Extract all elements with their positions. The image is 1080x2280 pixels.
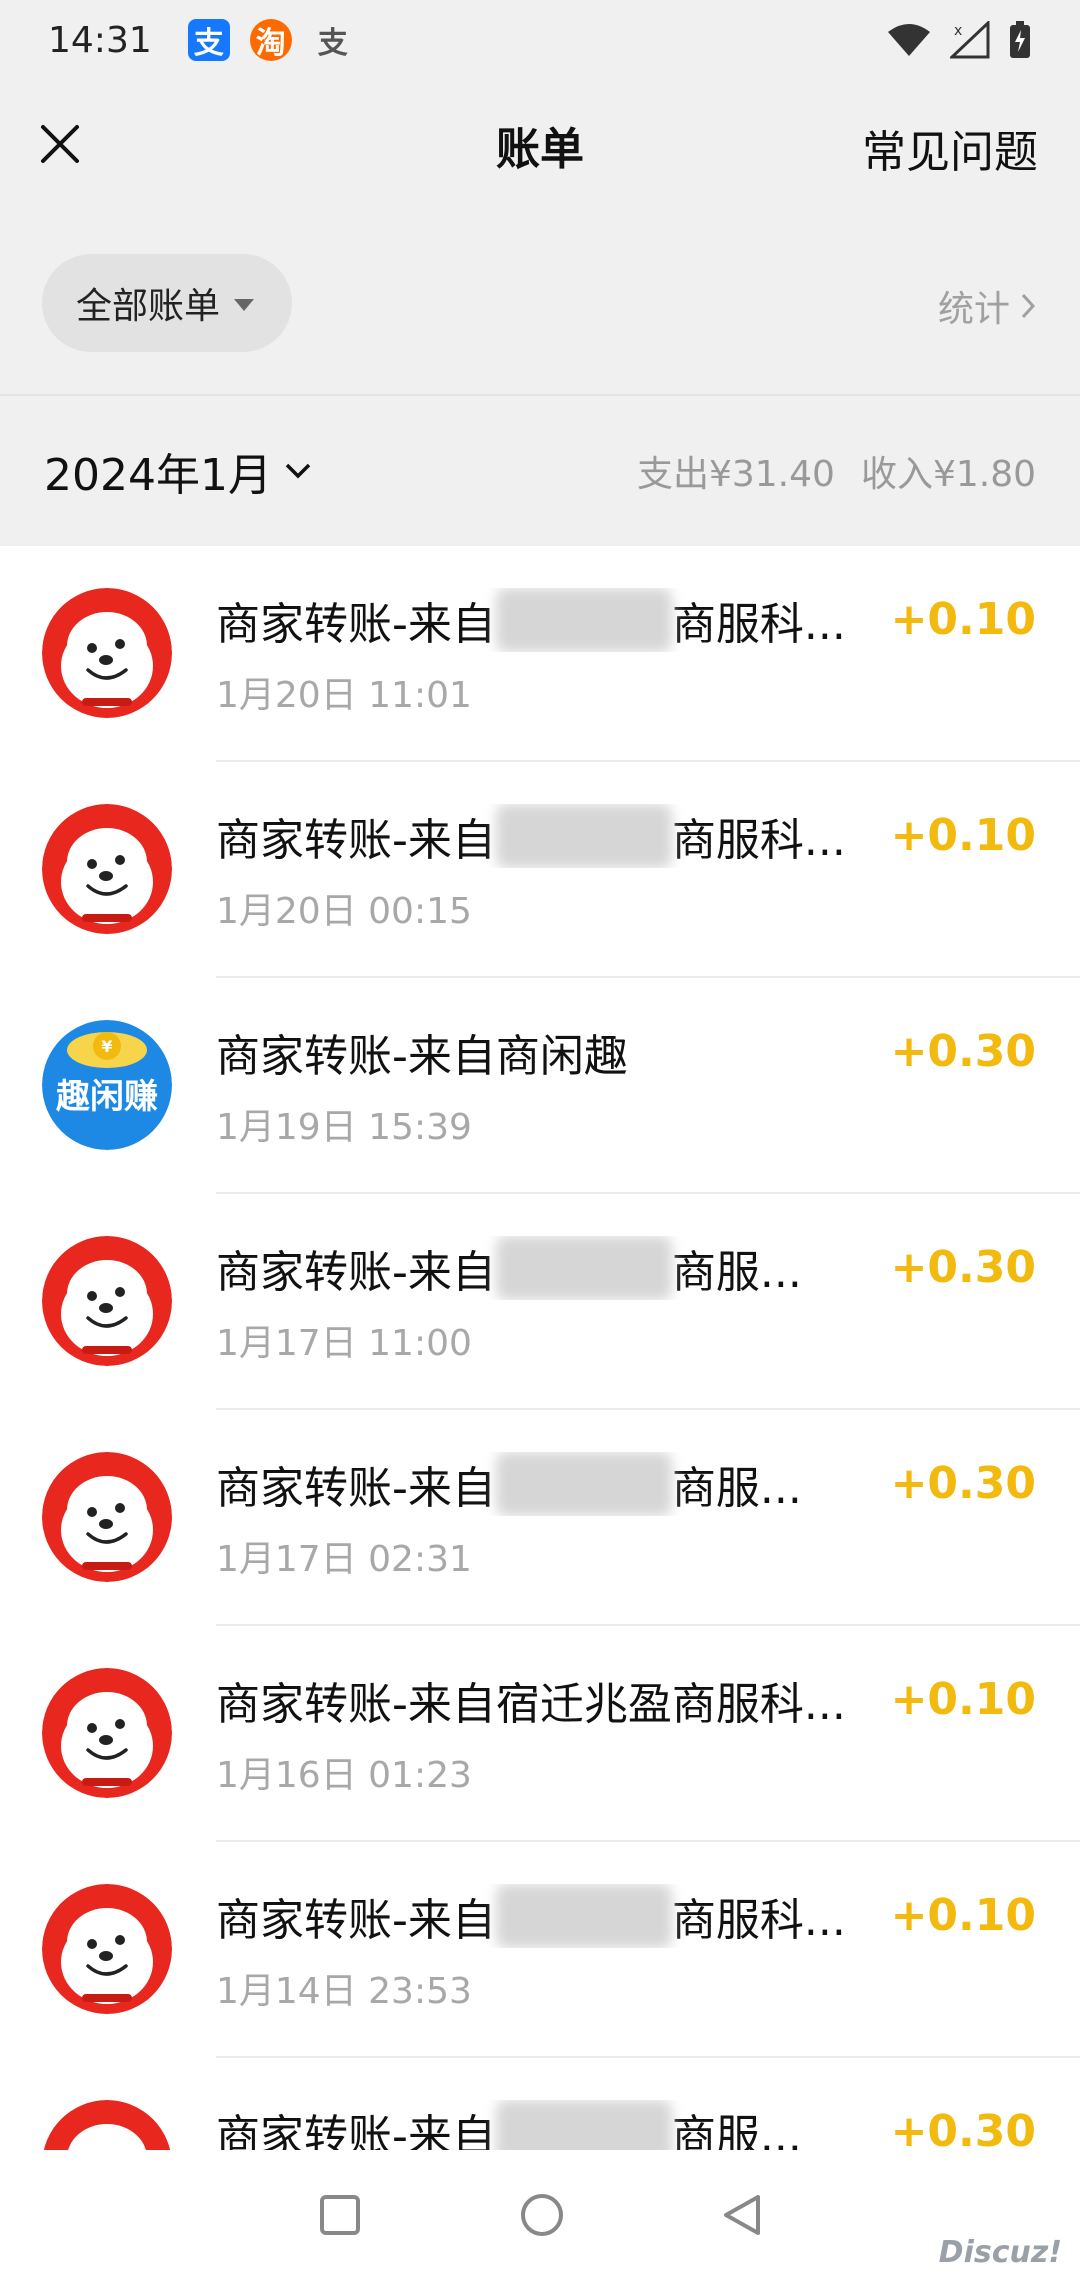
redacted-merchant-name: 宿迁兆盈 <box>495 1236 672 1300</box>
transaction-title-prefix: 商家转账-来自 <box>216 599 496 650</box>
transaction-title-prefix: 商家转账-来自 <box>216 815 496 866</box>
status-time: 14:31 <box>48 19 152 61</box>
transaction-date: 1月16日 01:23 <box>216 1755 472 1796</box>
transaction-row[interactable]: 商家转账-来自宿迁兆盈商服科... 1月20日 11:01 +0.10 <box>0 546 1080 762</box>
svg-text:x: x <box>954 23 962 39</box>
faq-link[interactable]: 常见问题 <box>862 116 1038 180</box>
jd-dog-icon <box>42 1452 172 1582</box>
month-label: 2024年1月 <box>44 450 272 501</box>
transaction-amount: +0.10 <box>890 1890 1036 1941</box>
transaction-title: 商家转账-来自宿迁兆盈商服科... <box>216 804 866 868</box>
transaction-title: 商家转账-来自宿迁兆盈商服... <box>216 1452 866 1516</box>
battery-charging-icon <box>1010 21 1030 58</box>
jd-dog-icon <box>42 1236 172 1366</box>
transaction-row[interactable]: 商家转账-来自宿迁兆盈商服... 1月17日 11:00 +0.30 <box>0 1194 1080 1410</box>
transaction-row[interactable]: 商家转账-来自宿迁兆盈商服... 1月17日 02:31 +0.30 <box>0 1410 1080 1626</box>
quxianzhuan-icon: ¥ 趣闲赚 <box>42 1020 172 1150</box>
transaction-title: 商家转账-来自宿迁兆盈商服... <box>216 1236 866 1300</box>
transaction-title-suffix: 商服... <box>671 1247 802 1298</box>
bill-type-dropdown[interactable]: 全部账单 <box>42 254 292 352</box>
svg-text:趣闲赚: 趣闲赚 <box>56 1077 158 1117</box>
redacted-merchant-name: 宿迁兆盈 <box>495 588 672 652</box>
redacted-merchant-name: 宿迁兆盈 <box>495 1884 672 1948</box>
wifi-icon <box>888 24 930 56</box>
transaction-amount: +0.30 <box>890 1242 1036 1293</box>
transaction-date: 1月19日 15:39 <box>216 1107 472 1148</box>
transaction-title: 商家转账-来自商闲趣 <box>216 1020 866 1084</box>
jd-dog-icon <box>42 1884 172 2014</box>
transaction-amount: +0.10 <box>890 594 1036 645</box>
transaction-list: 商家转账-来自宿迁兆盈商服科...1月20日 11:01+0.10商家转账-来自… <box>0 546 1080 2274</box>
redacted-merchant-name: 宿迁兆盈 <box>495 1452 672 1516</box>
stats-link[interactable]: 统计 <box>938 280 1036 332</box>
title-bar: 账单 常见问题 <box>0 80 1080 210</box>
chevron-right-icon <box>1021 293 1036 319</box>
expense-total: 支出¥31.40 <box>636 454 835 495</box>
alipay-outline-icon: 支 <box>317 26 348 61</box>
filter-bar: 全部账单 统计 <box>0 210 1080 396</box>
svg-text:¥: ¥ <box>101 1037 112 1056</box>
page-title: 账单 <box>496 124 584 175</box>
transaction-title-suffix: 商服... <box>671 1463 802 1514</box>
transaction-title: 商家转账-来自宿迁兆盈商服科... <box>216 588 866 652</box>
close-button[interactable] <box>28 112 92 176</box>
transaction-row[interactable]: ¥ 趣闲赚 商家转账-来自商闲趣 1月19日 15:39 +0.30 <box>0 978 1080 1194</box>
caret-down-icon <box>234 299 255 311</box>
transaction-title: 商家转账-来自宿迁兆盈商服科... <box>216 1884 866 1948</box>
alipay-icon: 支 <box>187 19 230 61</box>
transaction-title-suffix: 商服科... <box>671 815 846 866</box>
month-selector[interactable]: 2024年1月 <box>44 439 312 503</box>
transaction-amount: +0.30 <box>890 1026 1036 1077</box>
recents-button[interactable] <box>318 2193 362 2237</box>
taobao-icon: 淘 <box>249 19 292 61</box>
transaction-title-suffix: 商服科... <box>671 599 846 650</box>
transaction-date: 1月20日 11:01 <box>216 675 472 716</box>
jd-dog-icon <box>42 1668 172 1798</box>
chevron-down-icon <box>285 463 311 479</box>
transaction-row[interactable]: 商家转账-来自宿迁兆盈商服科... 1月16日 01:23 +0.10 <box>0 1626 1080 1842</box>
signal-icon: x <box>950 21 990 59</box>
bill-type-label: 全部账单 <box>76 286 221 327</box>
transaction-amount: +0.10 <box>890 1674 1036 1725</box>
transaction-amount: +0.10 <box>890 810 1036 861</box>
transaction-title-suffix: 商服科... <box>671 1895 846 1946</box>
income-total: 收入¥1.80 <box>860 454 1036 495</box>
jd-dog-icon <box>42 588 172 718</box>
transaction-date: 1月14日 23:53 <box>216 1971 472 2012</box>
home-button[interactable] <box>519 2192 565 2238</box>
transaction-date: 1月20日 00:15 <box>216 891 472 932</box>
status-bar: 14:31 支 淘 支 x <box>0 0 1080 80</box>
jd-dog-icon <box>42 804 172 934</box>
transaction-title-prefix: 商家转账-来自 <box>216 1895 496 1946</box>
close-icon <box>41 125 79 163</box>
stats-label: 统计 <box>937 289 1010 330</box>
status-indicators: x <box>886 20 1032 60</box>
transaction-title-prefix: 商家转账-来自商闲趣 <box>216 1031 628 1082</box>
redacted-merchant-name: 宿迁兆盈 <box>495 804 672 868</box>
back-button[interactable] <box>722 2193 762 2237</box>
transaction-title-prefix: 商家转账-来自宿迁兆盈商服科... <box>216 1679 846 1730</box>
transaction-title-prefix: 商家转账-来自 <box>216 1463 496 1514</box>
transaction-date: 1月17日 11:00 <box>216 1323 472 1364</box>
system-nav-bar <box>0 2150 1080 2280</box>
transaction-date: 1月17日 02:31 <box>216 1539 472 1580</box>
month-summary: 支出¥31.40 收入¥1.80 <box>637 445 1036 497</box>
watermark: Discuz! <box>938 2235 1062 2270</box>
bill-screen: 14:31 支 淘 支 x 账单 常见问题 全部账单 统计 2024年1月 支出… <box>0 0 1080 2280</box>
transaction-row[interactable]: 商家转账-来自宿迁兆盈商服科... 1月14日 23:53 +0.10 <box>0 1842 1080 2058</box>
transaction-title: 商家转账-来自宿迁兆盈商服科... <box>216 1668 866 1732</box>
month-header: 2024年1月 支出¥31.40 收入¥1.80 <box>0 396 1080 546</box>
transaction-title-prefix: 商家转账-来自 <box>216 1247 496 1298</box>
transaction-row[interactable]: 商家转账-来自宿迁兆盈商服科... 1月20日 00:15 +0.10 <box>0 762 1080 978</box>
transaction-amount: +0.30 <box>890 1458 1036 1509</box>
